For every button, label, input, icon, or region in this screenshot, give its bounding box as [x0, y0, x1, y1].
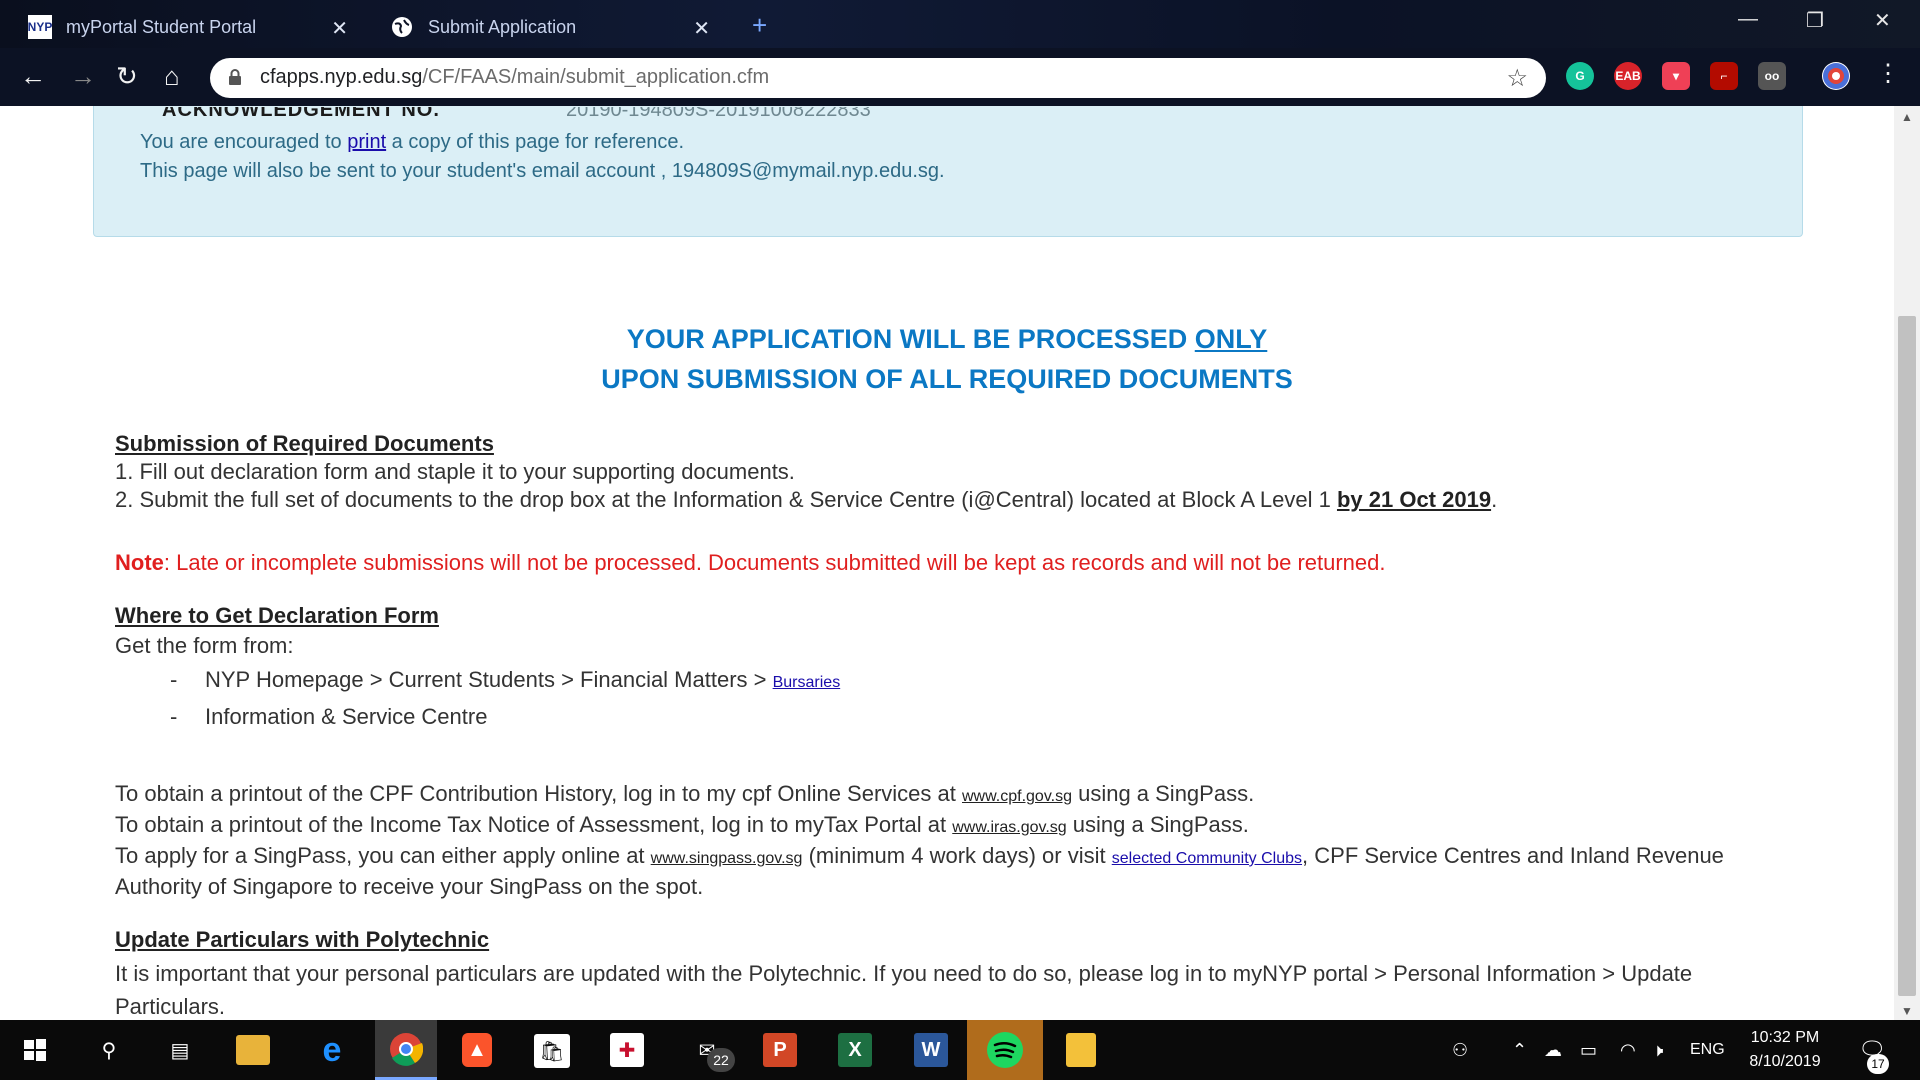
print-reminder: You are encouraged to print a copy of th…	[140, 131, 685, 153]
note-text: Note: Late or incomplete submissions wil…	[115, 550, 1386, 575]
page-content: ACKNOWLEDGEMENT NO. 20190-194809S-201910…	[0, 106, 1894, 1020]
update-text: It is important that your personal parti…	[115, 961, 1693, 1019]
declaration-intro: Get the form from:	[115, 633, 294, 658]
update-section: Update Particulars with Polytechnic It i…	[115, 926, 1795, 1020]
back-icon[interactable]: ←	[20, 62, 46, 90]
home-icon[interactable]: ⌂	[164, 62, 180, 90]
word-icon[interactable]: W	[914, 1033, 948, 1067]
scroll-up-icon[interactable]: ▲	[1901, 110, 1913, 124]
profile-avatar[interactable]	[1822, 62, 1850, 90]
eab-icon[interactable]: EAB	[1614, 62, 1642, 90]
battery-icon[interactable]: ▭	[1580, 1020, 1597, 1080]
restore-icon[interactable]: ❐	[1806, 8, 1824, 33]
tab-strip: NYP myPortal Student Portal ✕ Submit App…	[0, 0, 1920, 48]
print-link[interactable]: print	[347, 131, 386, 153]
section-title: Update Particulars with Polytechnic	[115, 927, 490, 952]
section-title: Submission of Required Documents	[115, 431, 494, 456]
chrome-icon[interactable]	[375, 1020, 437, 1080]
menu-kebab-icon[interactable]: ⋮	[1876, 60, 1900, 88]
acknowledgement-panel: ACKNOWLEDGEMENT NO. 20190-194809S-201910…	[93, 106, 1803, 237]
search-icon[interactable]: ⚲	[89, 1030, 129, 1070]
processing-headline: YOUR APPLICATION WILL BE PROCESSED ONLY	[626, 324, 1268, 354]
tab-title: myPortal Student Portal	[66, 16, 257, 37]
close-tab-icon[interactable]: ✕	[331, 16, 348, 41]
scrollbar-thumb[interactable]	[1898, 316, 1916, 996]
brave-icon[interactable]: ▲	[462, 1033, 492, 1067]
volume-icon[interactable]: 🕨	[1652, 1020, 1663, 1080]
section-title: Where to Get Declaration Form	[115, 603, 439, 628]
people-icon[interactable]: ⚇	[1452, 1020, 1468, 1080]
task-view-icon[interactable]: ▤	[160, 1030, 200, 1070]
close-window-icon[interactable]: ✕	[1874, 8, 1891, 33]
system-clock[interactable]: 10:32 PM 8/10/2019	[1730, 1026, 1840, 1074]
step-2: 2. Submit the full set of documents to t…	[115, 487, 1498, 512]
address-bar[interactable]: cfapps.nyp.edu.sg/CF/FAAS/main/submit_ap…	[210, 58, 1546, 98]
powerpoint-icon[interactable]: P	[763, 1033, 797, 1067]
new-tab-icon[interactable]: +	[752, 10, 767, 41]
forward-icon[interactable]: →	[70, 62, 96, 90]
list-item: - NYP Homepage > Current Students > Fina…	[170, 667, 841, 692]
reload-icon[interactable]: ↻	[116, 62, 138, 90]
glasses-icon[interactable]: oo	[1758, 62, 1786, 90]
minimize-icon[interactable]: —	[1738, 8, 1758, 31]
gift-icon[interactable]: ✚	[610, 1033, 644, 1067]
singpass-link[interactable]: www.singpass.gov.sg	[651, 850, 803, 867]
community-clubs-link[interactable]: selected Community Clubs	[1112, 850, 1302, 867]
globe-icon	[390, 15, 414, 39]
acknowledgement-value: 20190-194809S-20191008222833	[566, 106, 871, 121]
file-explorer-icon[interactable]	[236, 1035, 270, 1065]
grammarly-icon[interactable]: G	[1566, 62, 1594, 90]
bursaries-link[interactable]: Bursaries	[773, 674, 841, 691]
email-notice: This page will also be sent to your stud…	[140, 160, 945, 182]
scroll-down-icon[interactable]: ▼	[1901, 1004, 1913, 1018]
url-text: cfapps.nyp.edu.sg/CF/FAAS/main/submit_ap…	[260, 66, 770, 88]
spotify-icon[interactable]	[967, 1020, 1043, 1080]
tab-submit-application[interactable]: Submit Application ✕	[390, 6, 720, 48]
onedrive-icon[interactable]: ☁	[1544, 1020, 1562, 1080]
cpf-instructions: To obtain a printout of the CPF Contribu…	[115, 780, 1795, 901]
lock-icon	[229, 69, 241, 85]
tab-myportal[interactable]: NYP myPortal Student Portal ✕	[28, 6, 358, 48]
store-icon[interactable]: 🛍	[534, 1034, 570, 1068]
excel-icon[interactable]: X	[838, 1033, 872, 1067]
nyp-logo-icon: NYP	[28, 15, 52, 39]
acrobat-icon[interactable]: ⌐	[1710, 62, 1738, 90]
language-indicator[interactable]: ENG	[1690, 1020, 1725, 1080]
windows-taskbar: ⚲ ▤ e ▲ 🛍 ✚ ✉ 22 P X W ⚇ ⌃ ☁ ▭ ◠ 🕨 ENG 1…	[0, 1020, 1920, 1080]
pocket-icon[interactable]: ▾	[1662, 62, 1690, 90]
wifi-icon[interactable]: ◠	[1620, 1020, 1636, 1080]
deadline: by 21 Oct 2019	[1336, 487, 1492, 512]
bookmark-star-icon[interactable]: ☆	[1506, 64, 1528, 93]
iras-line: To obtain a printout of the Income Tax N…	[115, 812, 1249, 837]
tray-chevron-icon[interactable]: ⌃	[1512, 1020, 1527, 1080]
processing-subheadline: UPON SUBMISSION OF ALL REQUIRED DOCUMENT…	[601, 364, 1293, 394]
vertical-scrollbar[interactable]: ▲ ▼	[1894, 106, 1920, 1020]
cpf-line: To obtain a printout of the CPF Contribu…	[115, 781, 1255, 806]
close-tab-icon[interactable]: ✕	[693, 16, 710, 41]
tab-title: Submit Application	[428, 16, 577, 37]
windows-start-icon[interactable]	[15, 1030, 55, 1070]
list-item: - Information & Service Centre	[170, 704, 488, 729]
step-1: 1. Fill out declaration form and staple …	[115, 459, 795, 484]
mail-badge: 22	[707, 1048, 735, 1072]
acknowledgement-label: ACKNOWLEDGEMENT NO.	[162, 106, 440, 121]
notification-badge: 17	[1867, 1054, 1889, 1074]
cpf-link[interactable]: www.cpf.gov.sg	[962, 788, 1072, 805]
declaration-section: Where to Get Declaration Form Get the fo…	[115, 602, 1875, 731]
singpass-line: To apply for a SingPass, you can either …	[115, 843, 1724, 899]
sticky-notes-icon[interactable]	[1066, 1033, 1096, 1067]
iras-link[interactable]: www.iras.gov.sg	[952, 819, 1066, 836]
edge-icon[interactable]: e	[312, 1030, 352, 1070]
submission-section: Submission of Required Documents 1. Fill…	[115, 430, 1875, 514]
